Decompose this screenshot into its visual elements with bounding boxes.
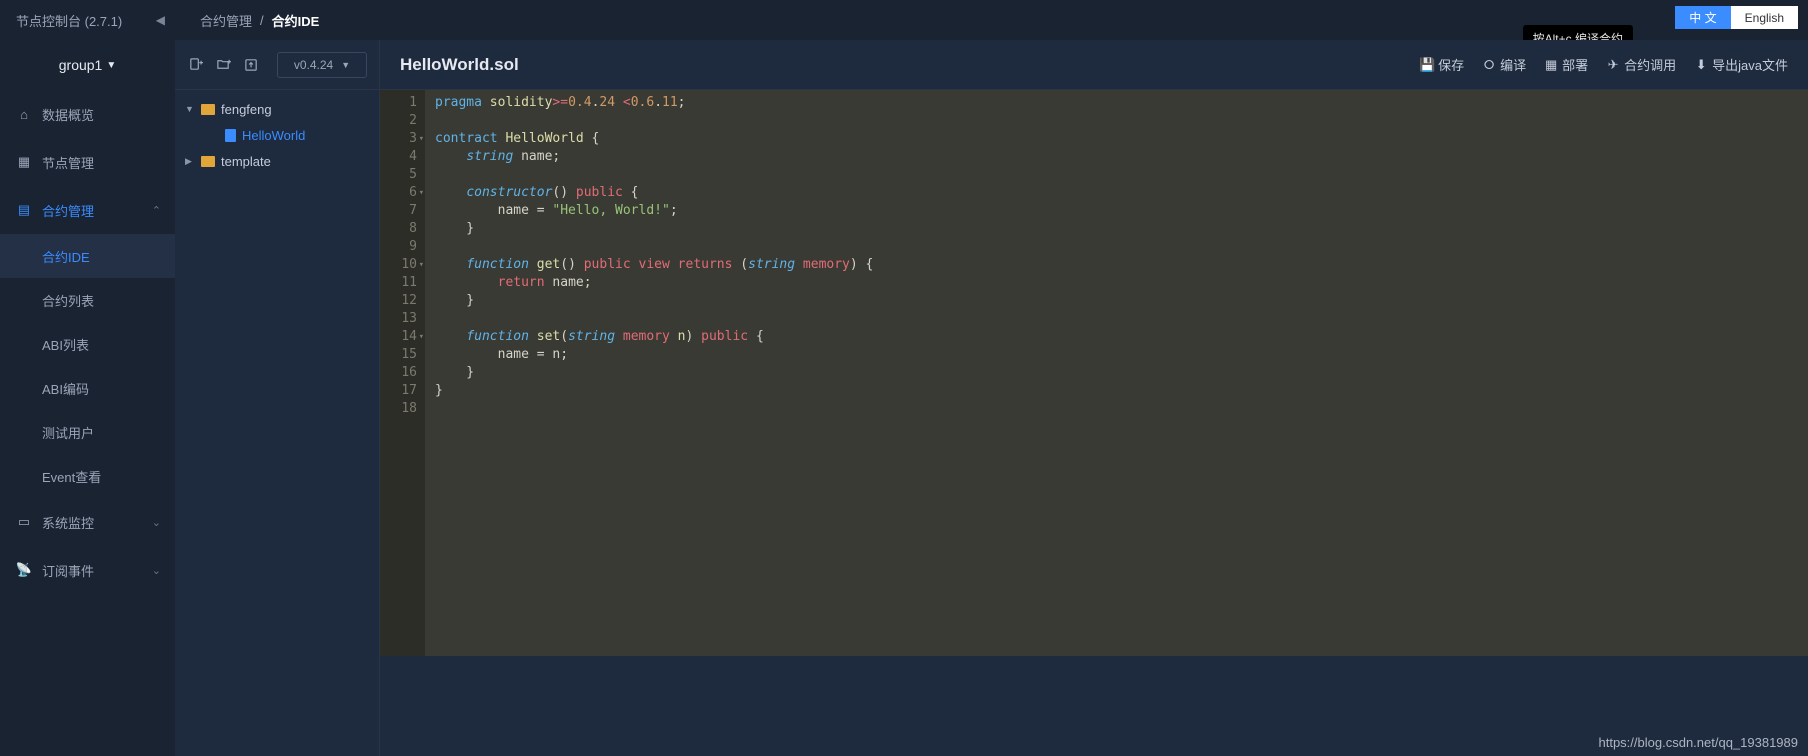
tree-caret-down-icon: ▼ [185,104,195,114]
file-tree: ▼ fengfeng HelloWorld ▶ template [175,90,379,180]
new-folder-icon[interactable] [215,57,231,73]
btn-label: 部署 [1562,55,1588,74]
chevron-up-icon: ⌃ [152,204,161,217]
collapse-sidebar-icon[interactable]: ◀ [156,13,165,27]
document-icon: ▤ [16,202,32,218]
editor-header: HelloWorld.sol 💾 保存 ⭘ 编译 ▦ 部署 ✈ 合约调用 ⬇ 导… [380,40,1808,90]
compile-button[interactable]: ⭘ 编译 [1482,55,1526,74]
btn-label: 合约调用 [1624,55,1676,74]
compile-icon: ⭘ [1482,58,1496,72]
explorer-toolbar: v0.4.24 ▼ [175,40,379,90]
btn-label: 保存 [1438,55,1464,74]
editor-area: HelloWorld.sol 💾 保存 ⭘ 编译 ▦ 部署 ✈ 合约调用 ⬇ 导… [380,40,1808,756]
download-icon: ⬇ [1694,58,1708,72]
editor-code[interactable]: pragma solidity>=0.4.24 <0.6.11; contrac… [425,90,1808,656]
nav-label: 节点管理 [42,153,94,172]
solidity-version-select[interactable]: v0.4.24 ▼ [277,52,367,78]
editor-file-title: HelloWorld.sol [400,55,1402,75]
chevron-down-icon: ⌄ [152,516,161,529]
file-explorer: v0.4.24 ▼ ▼ fengfeng HelloWorld ▶ templa… [175,40,380,756]
upload-icon[interactable] [243,57,259,73]
sidebar-header: 节点控制台 (2.7.1) ◀ [0,0,175,40]
nav-abi-list[interactable]: ABI列表 [0,322,175,366]
nav-contract-ide[interactable]: 合约IDE [0,234,175,278]
sidebar: group1 ▼ ⌂ 数据概览 ▦ 节点管理 ▤ 合约管理 ⌃ 合约IDE 合约… [0,40,175,756]
tree-caret-right-icon: ▶ [185,156,195,167]
nav-system-monitor[interactable]: ▭ 系统监控 ⌄ [0,498,175,546]
main-area: v0.4.24 ▼ ▼ fengfeng HelloWorld ▶ templa… [175,40,1808,756]
code-editor[interactable]: 123456789101112131415161718 pragma solid… [380,90,1808,656]
group-label: group1 [59,57,103,73]
editor-bottom-panel [380,656,1808,756]
nav-label: 系统监控 [42,513,94,532]
lang-en-button[interactable]: English [1731,6,1798,29]
nav-contract-list[interactable]: 合约列表 [0,278,175,322]
nav-label: 订阅事件 [42,561,94,580]
home-icon: ⌂ [16,107,32,122]
breadcrumb-current: 合约IDE [272,11,320,30]
export-java-button[interactable]: ⬇ 导出java文件 [1694,55,1788,74]
nav-abi-encode[interactable]: ABI编码 [0,366,175,410]
lang-zh-button[interactable]: 中 文 [1675,6,1730,29]
nav-test-user[interactable]: 测试用户 [0,410,175,454]
rss-icon: 📡 [16,562,32,578]
tree-folder-fengfeng[interactable]: ▼ fengfeng [175,96,379,122]
breadcrumb-separator: / [260,13,264,28]
nav-overview[interactable]: ⌂ 数据概览 [0,90,175,138]
nav-subscribe[interactable]: 📡 订阅事件 ⌄ [0,546,175,594]
btn-label: 导出java文件 [1712,55,1788,74]
monitor-icon: ▭ [16,514,32,530]
send-icon: ✈ [1606,58,1620,72]
nav-node-mgmt[interactable]: ▦ 节点管理 [0,138,175,186]
nav-label: Event查看 [42,467,101,486]
breadcrumb: 合约管理 / 合约IDE [200,0,319,40]
folder-icon [201,156,215,167]
save-button[interactable]: 💾 保存 [1420,55,1464,74]
nav-label: 数据概览 [42,105,94,124]
save-icon: 💾 [1420,58,1434,72]
nav-contract-mgmt[interactable]: ▤ 合约管理 ⌃ [0,186,175,234]
nav-label: 合约列表 [42,291,94,310]
tree-label: HelloWorld [242,128,305,143]
console-title: 节点控制台 (2.7.1) [16,11,122,30]
chevron-down-icon: ⌄ [152,564,161,577]
btn-label: 编译 [1500,55,1526,74]
nav-label: 合约IDE [42,247,90,266]
folder-icon [201,104,215,115]
calendar-icon: ▦ [16,154,32,170]
caret-down-icon: ▼ [106,60,116,71]
watermark: https://blog.csdn.net/qq_19381989 [1599,735,1799,750]
tree-label: fengfeng [221,102,272,117]
group-selector[interactable]: group1 ▼ [0,40,175,90]
version-value: v0.4.24 [294,58,333,72]
tree-label: template [221,154,271,169]
nav-label: ABI编码 [42,379,89,398]
file-icon [225,129,236,142]
language-switcher: 中 文 English [1675,6,1798,29]
deploy-icon: ▦ [1544,58,1558,72]
editor-gutter: 123456789101112131415161718 [380,90,425,656]
nav-label: 测试用户 [42,423,94,442]
tree-folder-template[interactable]: ▶ template [175,148,379,174]
invoke-button[interactable]: ✈ 合约调用 [1606,55,1676,74]
tree-file-helloworld[interactable]: HelloWorld [175,122,379,148]
deploy-button[interactable]: ▦ 部署 [1544,55,1588,74]
breadcrumb-parent[interactable]: 合约管理 [200,11,252,30]
nav-event-view[interactable]: Event查看 [0,454,175,498]
new-file-icon[interactable] [187,57,203,73]
nav-label: 合约管理 [42,201,94,220]
nav-label: ABI列表 [42,335,89,354]
chevron-down-icon: ▼ [341,60,350,70]
